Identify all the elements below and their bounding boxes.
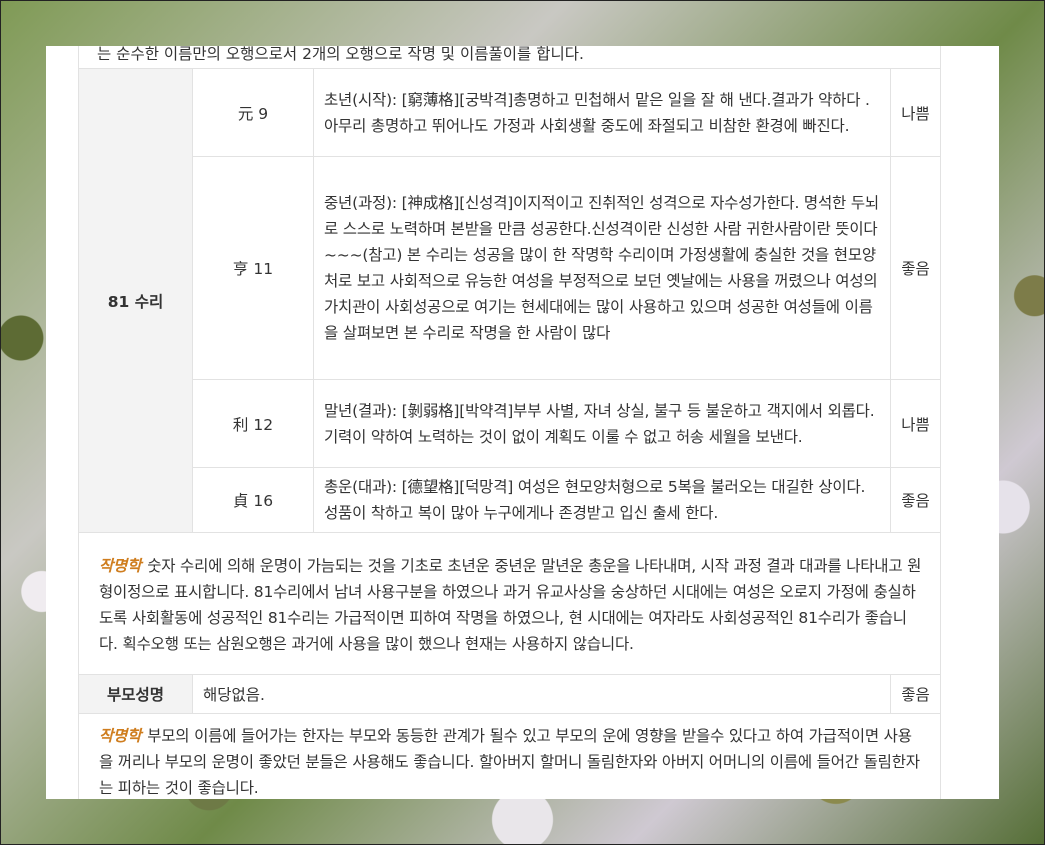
parent-name-label: 부모성명 [78, 674, 193, 714]
suri-row-4: 貞 16 총운(대과): [德望格][덕망격] 여성은 현모양처형으로 5복을 … [79, 467, 941, 533]
suri-row-3: 利 12 말년(결과): [剝弱格][박약격]부부 사별, 자녀 상실, 불구 … [79, 379, 941, 468]
rating-badge: 나쁨 [890, 379, 941, 468]
suri-sub-label: 亨 11 [192, 156, 314, 380]
note-title: 작명학 [99, 556, 142, 575]
rating-badge: 좋음 [890, 674, 941, 714]
content-panel: 는 순수한 이름만의 오행으로서 2개의 오행으로 작명 및 이름풀이를 합니다… [46, 46, 999, 799]
suri-sub-label: 貞 16 [192, 467, 314, 533]
suri-explanation-note: 작명학 숫자 수리에 의해 운명이 가늠되는 것을 기초로 초년운 중년운 말년운… [78, 532, 941, 675]
parent-name-value: 해당없음. [192, 674, 891, 714]
suri-description: 총운(대과): [德望格][덕망격] 여성은 현모양처형으로 5복을 불러오는 … [313, 467, 891, 533]
suri-table: 는 순수한 이름만의 오행으로서 2개의 오행으로 작명 및 이름풀이를 합니다… [78, 46, 941, 799]
parent-name-row: 부모성명 해당없음. 좋음 [78, 674, 941, 714]
suri-description-text: 중년(과정): [神成格][신성격]이지적이고 진취적인 성격으로 자수성가한다… [324, 194, 879, 342]
note-row-suri: 작명학 숫자 수리에 의해 운명이 가늠되는 것을 기초로 초년운 중년운 말년운… [78, 532, 941, 675]
note-text: 숫자 수리에 의해 운명이 가늠되는 것을 기초로 초년운 중년운 말년운 총운… [99, 556, 922, 653]
suri-description: 말년(결과): [剝弱格][박약격]부부 사별, 자녀 상실, 불구 등 불운하… [313, 379, 891, 468]
parent-explanation-note: 작명학 부모의 이름에 들어가는 한자는 부모와 동등한 관계가 될수 있고 부모… [78, 713, 941, 799]
top-note-text: 는 순수한 이름만의 오행으로서 2개의 오행으로 작명 및 이름풀이를 합니다… [78, 46, 941, 69]
note-text: 부모의 이름에 들어가는 한자는 부모와 동등한 관계가 될수 있고 부모의 운… [99, 727, 920, 797]
note-title: 작명학 [99, 727, 142, 745]
suri-sub-label: 利 12 [192, 379, 314, 468]
rating-badge: 좋음 [890, 156, 941, 380]
section-label-81-suri: 81 수리 [78, 68, 193, 533]
suri-description: 초년(시작): [窮薄格][궁박격]총명하고 민첩해서 맡은 일을 잘 해 낸다… [313, 68, 891, 157]
top-note-row: 는 순수한 이름만의 오행으로서 2개의 오행으로 작명 및 이름풀이를 합니다… [78, 46, 941, 69]
rating-badge: 나쁨 [890, 68, 941, 157]
suri-description: 중년(과정): [神成格][신성격]이지적이고 진취적인 성격으로 자수성가한다… [313, 156, 891, 380]
suri-row-2: 亨 11 중년(과정): [神成格][신성격]이지적이고 진취적인 성격으로 자… [79, 156, 941, 380]
suri-sub-label: 元 9 [192, 68, 314, 157]
note-row-parent: 작명학 부모의 이름에 들어가는 한자는 부모와 동등한 관계가 될수 있고 부모… [78, 713, 941, 799]
rating-badge: 좋음 [890, 467, 941, 533]
suri-row-1: 81 수리 元 9 초년(시작): [窮薄格][궁박격]총명하고 민첩해서 맡은… [78, 68, 941, 533]
name-analysis-sheet: 는 순수한 이름만의 오행으로서 2개의 오행으로 작명 및 이름풀이를 합니다… [78, 46, 941, 799]
